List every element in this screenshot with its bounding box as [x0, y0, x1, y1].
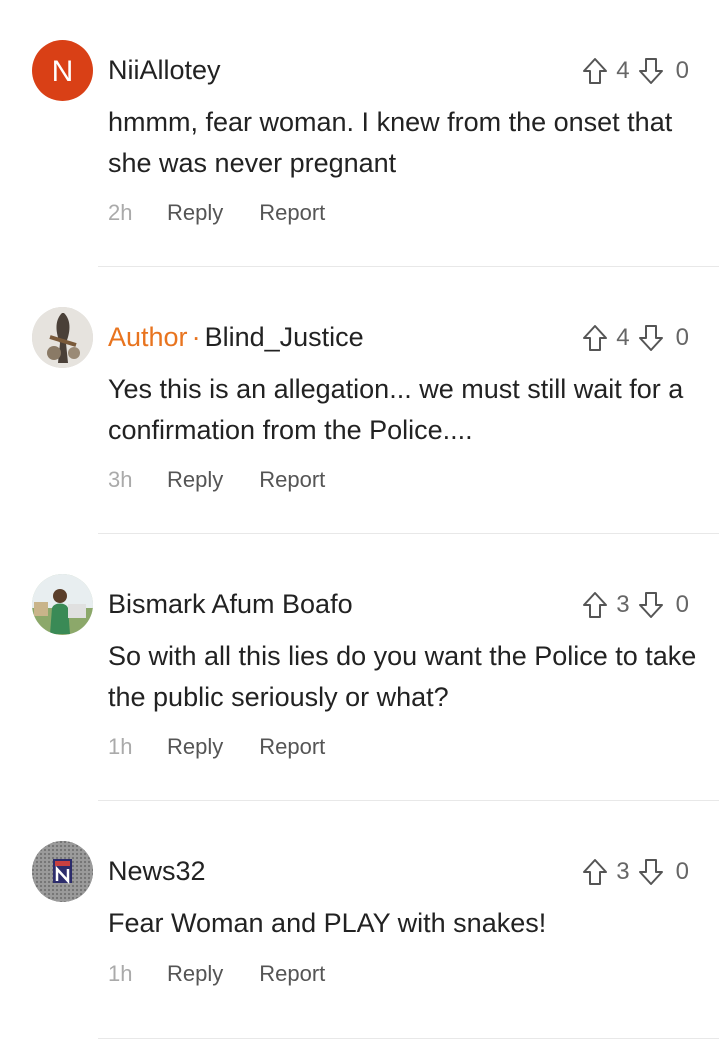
downvote-icon[interactable] — [638, 858, 664, 886]
avatar[interactable] — [32, 841, 93, 902]
comment-text: Fear Woman and PLAY with snakes! — [108, 908, 547, 938]
reply-button[interactable]: Reply — [167, 732, 223, 762]
comment-actions: 1h Reply Report — [108, 732, 325, 762]
downvote-count: 0 — [675, 57, 689, 84]
vote-controls: 4 0 — [582, 320, 689, 356]
upvote-icon[interactable] — [582, 591, 608, 619]
reply-button[interactable]: Reply — [167, 198, 223, 228]
comment-actions: 1h Reply Report — [108, 959, 325, 989]
author-separator: · — [191, 322, 201, 352]
comment-text: hmmm, fear woman. I knew from the onset … — [108, 107, 673, 178]
comment-actions: 3h Reply Report — [108, 465, 325, 495]
comment-actions: 2h Reply Report — [108, 198, 325, 228]
timestamp: 1h — [108, 734, 133, 759]
comment-text: So with all this lies do you want the Po… — [108, 641, 697, 712]
comment-item: Bismark Afum Boafo 3 0 So with all this … — [0, 534, 719, 801]
vote-controls: 4 0 — [582, 53, 689, 89]
upvote-count: 3 — [616, 858, 630, 885]
avatar-letter: N — [52, 55, 74, 88]
comment-item: News32 3 0 Fear Woman and PLAY with snak… — [0, 801, 719, 1039]
upvote-count: 4 — [616, 324, 630, 351]
downvote-count: 0 — [675, 591, 689, 618]
author-tag: Author — [108, 322, 188, 352]
username[interactable]: Bismark Afum Boafo — [108, 589, 353, 619]
comment-item: Author · Blind_Justice 4 0 Yes this is an … — [0, 267, 719, 534]
upvote-icon[interactable] — [582, 858, 608, 886]
upvote-count: 3 — [616, 591, 630, 618]
downvote-icon[interactable] — [638, 57, 664, 85]
vote-controls: 3 0 — [582, 587, 689, 623]
comment-author: NiiAllotey — [108, 52, 221, 88]
downvote-icon[interactable] — [638, 324, 664, 352]
upvote-count: 4 — [616, 57, 630, 84]
downvote-count: 0 — [675, 324, 689, 351]
username[interactable]: News32 — [108, 856, 206, 886]
avatar[interactable] — [32, 574, 93, 635]
avatar[interactable] — [32, 307, 93, 368]
username[interactable]: Blind_Justice — [205, 322, 364, 352]
reply-button[interactable]: Reply — [167, 465, 223, 495]
comment-author: Bismark Afum Boafo — [108, 586, 353, 622]
upvote-icon[interactable] — [582, 57, 608, 85]
downvote-count: 0 — [675, 858, 689, 885]
reply-button[interactable]: Reply — [167, 959, 223, 989]
upvote-icon[interactable] — [582, 324, 608, 352]
comment-author: Author · Blind_Justice — [108, 319, 364, 355]
timestamp: 2h — [108, 200, 133, 225]
timestamp: 3h — [108, 467, 133, 492]
downvote-icon[interactable] — [638, 591, 664, 619]
vote-controls: 3 0 — [582, 854, 689, 890]
username[interactable]: NiiAllotey — [108, 55, 221, 85]
avatar[interactable]: N — [32, 40, 93, 101]
report-button[interactable]: Report — [259, 465, 325, 495]
comment-item: N NiiAllotey 4 0 hmmm, fear woman. I kne… — [0, 0, 719, 267]
report-button[interactable]: Report — [259, 198, 325, 228]
report-button[interactable]: Report — [259, 732, 325, 762]
comment-text: Yes this is an allegation... we must sti… — [108, 374, 684, 445]
comment-author: News32 — [108, 853, 206, 889]
timestamp: 1h — [108, 961, 133, 986]
report-button[interactable]: Report — [259, 959, 325, 989]
